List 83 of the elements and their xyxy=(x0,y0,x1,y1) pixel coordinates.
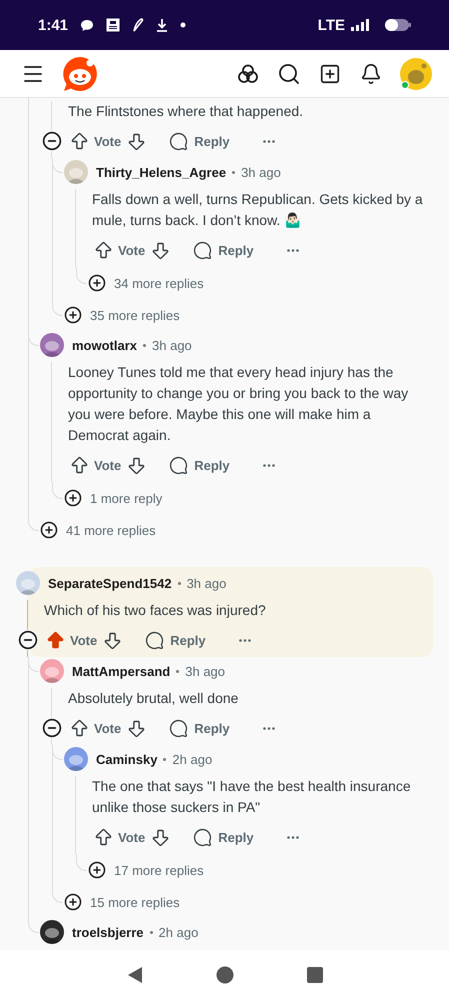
vote-label: Vote xyxy=(94,720,122,736)
more-replies-link[interactable]: 15 more replies xyxy=(64,886,180,918)
username[interactable]: Caminsky xyxy=(96,752,158,766)
vote-label: Vote xyxy=(94,134,122,148)
feather-icon xyxy=(132,18,144,32)
separator-dot xyxy=(143,344,146,346)
speech-bubble-icon xyxy=(145,630,164,650)
profile-avatar[interactable] xyxy=(399,56,433,90)
reply-button[interactable]: Reply xyxy=(165,127,234,155)
separator-dot xyxy=(232,170,236,174)
notification-dot-icon xyxy=(180,22,186,28)
ellipsis-icon xyxy=(286,248,299,252)
timestamp: 2h ago xyxy=(172,752,212,766)
reply-button[interactable]: Reply xyxy=(165,451,234,479)
timestamp: 3h ago xyxy=(152,338,192,352)
timestamp: 3h ago xyxy=(241,164,281,180)
reply-button[interactable]: Reply xyxy=(165,714,234,742)
ellipsis-icon xyxy=(238,638,251,642)
reply-button[interactable]: Reply xyxy=(141,626,210,654)
more-replies-link[interactable]: 35 more replies xyxy=(64,299,180,331)
thread-connector xyxy=(52,299,63,316)
avatar[interactable] xyxy=(40,920,64,944)
separator-dot xyxy=(163,758,166,760)
download-icon xyxy=(156,18,168,32)
more-replies-link[interactable]: 17 more replies xyxy=(88,854,204,886)
collapse-button[interactable] xyxy=(42,131,62,151)
speech-bubble-icon xyxy=(169,132,188,150)
comment-text: The one that says "I have the best health insurance unlike those suckers in PA" xyxy=(92,777,412,817)
news-icon xyxy=(106,18,120,32)
expand-icon xyxy=(64,893,82,911)
expand-icon xyxy=(88,274,106,292)
username[interactable]: Thirty_Helens_Agree xyxy=(96,164,226,180)
reply-button[interactable]: Reply xyxy=(189,236,258,264)
comment-text: The Flintstones where that happened. xyxy=(68,102,304,121)
username[interactable]: SeparateSpend1542 xyxy=(48,576,172,590)
separator-dot xyxy=(176,670,180,672)
vote-label: Vote xyxy=(118,830,146,844)
separator-dot xyxy=(178,582,181,584)
reply-button[interactable]: Reply xyxy=(189,823,258,851)
expand-icon xyxy=(40,521,58,539)
speech-bubble-icon xyxy=(193,240,212,260)
speech-bubble-icon xyxy=(169,718,188,738)
comment-text: Which of his two faces was injured? xyxy=(44,601,267,620)
comment-text: Absolutely brutal, well done xyxy=(68,689,240,708)
vote-label: Vote xyxy=(94,458,122,472)
username[interactable]: MattAmpersand xyxy=(72,664,170,678)
home-button[interactable] xyxy=(216,966,234,984)
ellipsis-icon xyxy=(262,140,275,142)
ellipsis-icon xyxy=(262,464,275,466)
recents-button[interactable] xyxy=(306,967,322,983)
thread-connector xyxy=(28,514,39,531)
ellipsis-icon xyxy=(286,836,299,838)
vote-label: Vote xyxy=(70,632,98,648)
collapse-button[interactable] xyxy=(18,630,38,650)
ellipsis-icon xyxy=(262,726,275,730)
comment-text: Looney Tunes told me that every head injury has the opportunity to change you or bring you back to the way you were before. Maybe this one will make him a Democrat again. xyxy=(68,363,410,445)
vote-label: Vote xyxy=(118,242,146,258)
comment-text: Falls down a well, turns Republican. Gets kicked by a mule, turns back. I don’t know. 🤷🏻‍♂ xyxy=(92,190,424,230)
back-button[interactable] xyxy=(126,966,142,984)
thread-connector xyxy=(52,886,63,903)
username[interactable]: troelsbjerre xyxy=(72,924,144,940)
battery-icon xyxy=(385,18,411,32)
timestamp: 2h ago xyxy=(158,924,198,940)
chat-bubble-icon xyxy=(80,18,94,32)
speech-bubble-icon xyxy=(169,456,188,474)
collapse-button[interactable] xyxy=(42,718,62,738)
expand-icon xyxy=(64,306,82,324)
expand-icon xyxy=(88,861,106,879)
thread-connector xyxy=(28,918,39,933)
more-replies-link[interactable]: 1 more reply xyxy=(64,482,162,514)
expand-icon xyxy=(64,489,82,507)
separator-dot xyxy=(150,930,153,934)
more-replies-link[interactable]: 34 more replies xyxy=(88,267,204,299)
network-type: LTE xyxy=(318,16,345,34)
thread-connector xyxy=(52,482,63,499)
clock: 1:41 xyxy=(38,16,68,34)
username[interactable]: mowotlarx xyxy=(72,338,138,352)
timestamp: 3h ago xyxy=(185,664,226,678)
thread-connector xyxy=(76,854,87,871)
thread-connector xyxy=(76,267,87,284)
speech-bubble-icon xyxy=(193,828,212,846)
timestamp: 3h ago xyxy=(186,576,226,590)
more-replies-link[interactable]: 41 more replies xyxy=(40,514,156,546)
